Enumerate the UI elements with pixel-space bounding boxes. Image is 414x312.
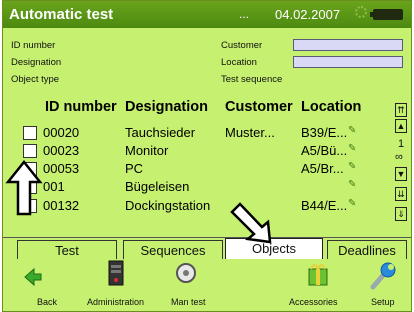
tab-test[interactable]: Test [17, 240, 117, 260]
row-checkbox[interactable] [23, 180, 37, 194]
row-id: 00023 [43, 143, 80, 158]
pen-check-icon: ✎ [348, 143, 357, 154]
row-customer: Muster... [225, 125, 275, 140]
wrench-icon [370, 262, 396, 290]
row-id: 00020 [43, 125, 80, 140]
location-filter-input[interactable] [293, 56, 403, 68]
tab-deadlines[interactable]: Deadlines [327, 240, 407, 260]
app-screen: Automatic test ... 04.02.2007 ID number … [2, 0, 412, 312]
row-designation: Bügeleisen [125, 179, 190, 194]
pen-check-icon: ✎ [348, 198, 357, 209]
man-test-label: Man test [171, 297, 206, 307]
back-label: Back [37, 297, 58, 307]
tab-sequences[interactable]: Sequences [123, 240, 223, 260]
column-header-designation[interactable]: Designation [125, 99, 208, 115]
row-id: 00132 [43, 198, 80, 213]
pen-check-icon: ✎ [348, 161, 357, 172]
scroll-bottom-icon[interactable]: ⇓ [395, 207, 407, 221]
tab-objects[interactable]: Objects [225, 238, 323, 260]
row-checkbox[interactable] [23, 126, 37, 140]
row-location: B44/E... [301, 198, 348, 213]
scroll-page-down-icon[interactable]: ▼ [395, 167, 407, 181]
gears-icon [176, 263, 196, 283]
test-sequence-filter-label: Test sequence [221, 74, 283, 85]
column-header-id[interactable]: ID number [45, 99, 117, 115]
accessories-label: Accessories [289, 297, 338, 307]
id-number-filter-label: ID number [11, 40, 56, 51]
scroll-page-up-icon[interactable]: ▲ [395, 119, 407, 133]
table-row[interactable]: 00023 Monitor A5/Bü... ✎ [3, 142, 383, 160]
table-row[interactable]: 001 Bügeleisen ✎ [3, 178, 383, 196]
row-designation: Monitor [125, 143, 169, 158]
date-display: 04.02.2007 [275, 7, 341, 22]
table-row[interactable]: 00053 PC A5/Br... ✎ [3, 160, 383, 178]
table-row[interactable]: 00020 Tauchsieder Muster... B39/E... ✎ [3, 124, 383, 142]
row-checkbox[interactable] [23, 162, 37, 176]
page-number: 1 [398, 138, 405, 150]
row-location: A5/Bü... [301, 143, 348, 158]
setup-label: Setup [371, 297, 395, 307]
back-arrow-icon [24, 267, 42, 287]
designation-filter-label: Designation [11, 57, 62, 68]
row-id: 00053 [43, 161, 80, 176]
table-row[interactable]: 00132 Dockingstation B44/E... ✎ [3, 197, 383, 215]
bottom-toolbar: Back Administration Man test Accessories… [3, 259, 411, 311]
row-id: 001 [43, 179, 65, 194]
server-admin-icon [108, 260, 124, 286]
object-type-filter-label: Object type [11, 74, 60, 85]
pen-check-icon: ✎ [348, 125, 357, 136]
status-gear-icon [355, 6, 367, 18]
row-checkbox[interactable] [23, 199, 37, 213]
battery-icon [370, 9, 403, 20]
tab-bar: Test Sequences Objects Deadlines [3, 237, 411, 260]
title-bar: Automatic test ... 04.02.2007 [3, 1, 411, 28]
row-designation: Dockingstation [125, 198, 211, 213]
row-location: B39/E... [301, 125, 348, 140]
row-designation: Tauchsieder [125, 125, 196, 140]
scroll-bottom-icon[interactable]: ⇊ [395, 187, 407, 201]
row-location: A5/Br... [301, 161, 344, 176]
binoculars-icon[interactable]: ∞ [395, 151, 403, 163]
row-checkbox[interactable] [23, 144, 37, 158]
customer-filter-label: Customer [221, 40, 263, 51]
gift-box-icon [308, 264, 328, 286]
row-designation: PC [125, 161, 144, 176]
app-title: Automatic test [9, 6, 114, 23]
column-header-location[interactable]: Location [301, 99, 361, 115]
administration-label: Administration [87, 297, 145, 307]
scroll-top-icon[interactable]: ⇈ [395, 103, 407, 117]
column-header-customer[interactable]: Customer [225, 99, 293, 115]
location-filter-label: Location [221, 57, 257, 68]
title-ellipsis: ... [239, 7, 250, 21]
pen-check-icon: ✎ [348, 179, 357, 190]
customer-filter-input[interactable] [293, 39, 403, 51]
